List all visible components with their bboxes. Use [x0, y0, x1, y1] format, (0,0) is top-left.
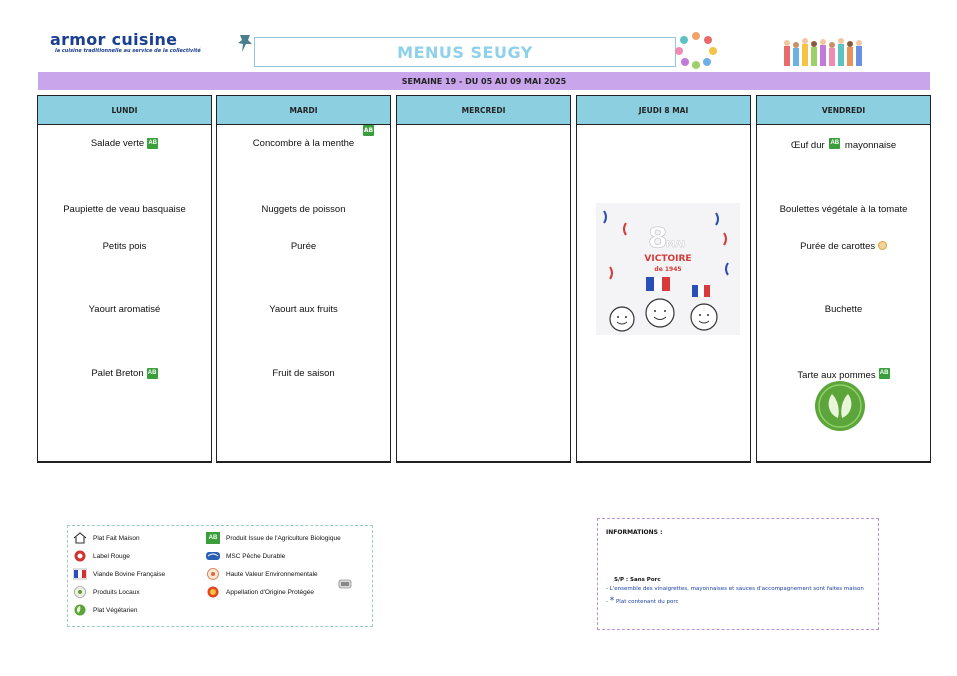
msc-icon: [206, 552, 220, 560]
label-rouge-icon: [74, 550, 86, 562]
day-column-mardi: MARDI Concombre à la menthe AB Nuggets d…: [216, 95, 391, 463]
hve-icon: [207, 568, 219, 580]
dish-item: Palet Breton AB: [91, 368, 158, 379]
legend-item: Plat Végétarien: [73, 604, 137, 616]
aop-icon: [207, 586, 219, 598]
victory-day: 8: [648, 221, 667, 254]
legend-item: Viande Bovine Française: [73, 568, 165, 580]
dish-item: Œuf dur AB mayonnaise: [790, 138, 897, 152]
dish-item: Buchette: [824, 304, 863, 315]
dish-item: Yaourt aux fruits: [269, 304, 338, 315]
legend-box: Plat Fait Maison Label Rouge Viande Bovi…: [67, 525, 373, 627]
info-title: INFORMATIONS :: [606, 529, 663, 536]
day-header: VENDREDI: [757, 96, 930, 125]
victory-1945-image: 8 MAI VICTOIRE de 1945: [596, 203, 740, 335]
menu-title-box: MENUS SEUGY: [254, 37, 676, 67]
dish-item: Paupiette de veau basquaise: [63, 204, 186, 215]
dish-item: Purée: [290, 241, 317, 252]
ab-icon: AB: [206, 532, 220, 544]
day-column-lundi: LUNDI Salade verte AB Paupiette de veau b…: [37, 95, 212, 463]
dish-item: Purée de carottes: [757, 241, 930, 252]
local-products-icon: [877, 241, 887, 250]
info-sauces-note: - L'ensemble des vinaigrettes, mayonnais…: [606, 586, 864, 592]
ab-icon: AB: [146, 368, 158, 379]
day-header: JEUDI 8 MAI: [577, 96, 750, 125]
info-pork-note: - * Plat contenant du porc: [606, 596, 679, 606]
day-column-vendredi: VENDREDI Œuf dur AB mayonnaise Boulettes…: [756, 95, 931, 463]
legend-item: Label Rouge: [73, 550, 130, 562]
week-label: SEMAINE 19 - DU 05 AU 09 MAI 2025: [401, 76, 567, 86]
house-icon: [73, 532, 87, 544]
legend-item: MSC Pêche Durable: [206, 550, 285, 562]
stamp-icon: [338, 579, 352, 589]
victory-line2: de 1945: [654, 266, 681, 273]
legend-item: Plat Fait Maison: [73, 532, 140, 544]
dish-item: Yaourt aromatisé: [88, 304, 161, 315]
day-column-mercredi: MERCREDI: [396, 95, 571, 463]
brand-logo: armor cuisine: [50, 30, 178, 49]
vbf-icon: [73, 568, 87, 580]
legend-item: Appellation d'Origine Protégée: [206, 586, 314, 598]
info-sans-porc: S/P : Sans Porc: [614, 577, 661, 583]
kids-circle-icon: [675, 32, 717, 69]
victory-line1: VICTOIRE: [644, 254, 691, 264]
page-title: MENUS SEUGY: [397, 42, 533, 62]
brand-tagline: la cuisine traditionnelle au service de …: [55, 48, 201, 54]
victory-month: MAI: [666, 240, 685, 250]
leaf-icon: [74, 604, 86, 616]
ab-icon: AB: [363, 125, 374, 136]
local-products-icon: [74, 586, 86, 598]
dish-item: Nuggets de poisson: [261, 204, 346, 215]
ab-icon: AB: [878, 368, 890, 379]
day-header: LUNDI: [38, 96, 211, 125]
vegetarian-leaf-icon: [815, 381, 865, 431]
dish-item: Petits pois: [102, 241, 147, 252]
dish-item: Boulettes végétale à la tomate: [779, 204, 908, 215]
legend-item: AB Produit Issue de l'Agriculture Biolog…: [206, 532, 341, 544]
day-header: MARDI: [217, 96, 390, 125]
legend-item: Haute Valeur Environnementale: [206, 568, 318, 580]
dish-item: Fruit de saison: [272, 368, 335, 379]
legend-item: Produits Locaux: [73, 586, 140, 598]
dish-item: Salade verte AB: [90, 138, 159, 149]
ab-icon: AB: [147, 138, 159, 149]
kids-crowd-icon: [784, 38, 862, 66]
information-box: INFORMATIONS : S/P : Sans Porc - L'ensem…: [597, 518, 879, 630]
dish-item: Concombre à la menthe: [252, 138, 355, 149]
day-header: MERCREDI: [397, 96, 570, 125]
week-banner: SEMAINE 19 - DU 05 AU 09 MAI 2025: [38, 72, 930, 90]
ab-icon: AB: [829, 138, 841, 149]
